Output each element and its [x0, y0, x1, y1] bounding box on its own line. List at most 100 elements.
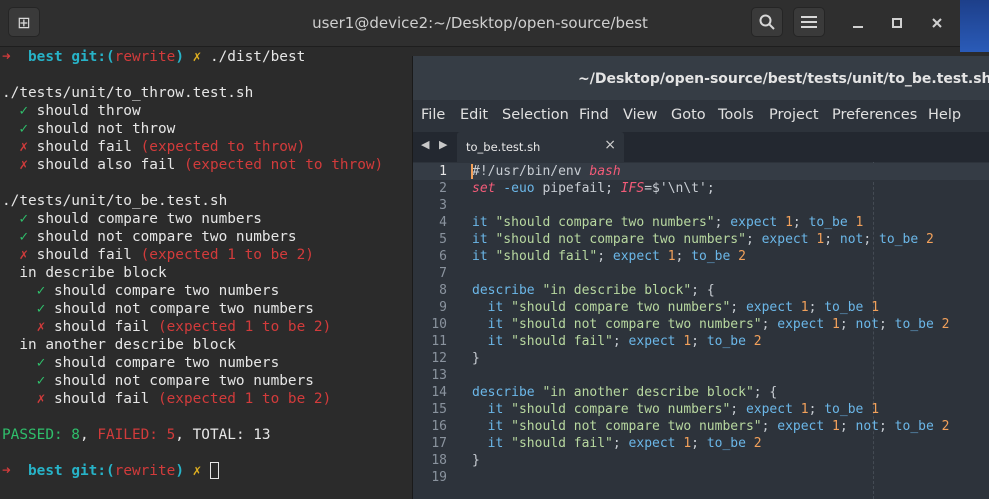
code-line: describe "in another describe block"; { [472, 384, 777, 401]
code-token: it [472, 436, 512, 451]
code-token: to_be [824, 300, 872, 315]
code-line: describe "in describe block"; { [472, 282, 715, 299]
code-token: 1 [832, 317, 840, 332]
code-token: 1 [871, 402, 880, 417]
code-token: ; [597, 249, 613, 264]
code-token: } [472, 453, 480, 468]
terminal-text: git:( [71, 49, 115, 65]
code-token: } [472, 351, 480, 366]
terminal-cursor [209, 462, 219, 479]
terminal-line: ✗ should fail (expected 1 to be 2) [2, 246, 314, 264]
line-number: 8 [439, 283, 447, 298]
code-token: #!/usr/bin/env [472, 164, 590, 179]
code-token: ; [839, 419, 856, 434]
hamburger-menu-icon[interactable] [793, 7, 825, 37]
minimize-icon[interactable] [849, 14, 867, 32]
terminal-line: ✓ should not compare two numbers [2, 372, 314, 390]
code-token: set [472, 181, 496, 196]
terminal-text: (expected 1 to be 2) [157, 391, 332, 407]
code-token: ; [714, 215, 731, 230]
menu-file[interactable]: File [421, 107, 445, 123]
code-token: ; [691, 334, 707, 349]
terminal-text: ./dist/best [209, 49, 306, 65]
menu-view[interactable]: View [623, 107, 657, 123]
code-token: 2 [753, 436, 762, 451]
menu-selection[interactable]: Selection [502, 107, 569, 123]
code-token: "should not compare two numbers" [511, 419, 762, 434]
code-token: it [472, 419, 512, 434]
terminal-text: ✗ [2, 391, 54, 407]
menu-find[interactable]: Find [579, 107, 609, 123]
menu-edit[interactable]: Edit [460, 107, 488, 123]
tab-to-be-test[interactable]: to_be.test.sh × [457, 132, 624, 162]
code-token: bash [589, 164, 621, 179]
terminal-text: should throw [36, 103, 141, 119]
line-number: 7 [439, 266, 447, 281]
line-number: 2 [439, 181, 447, 196]
terminal-line: PASSED: 8, FAILED: 5, TOTAL: 13 [2, 426, 271, 444]
editor-title: ~/Desktop/open-source/best/tests/unit/to… [413, 56, 989, 100]
terminal-text: should fail [36, 247, 141, 263]
code-token: 1 [785, 215, 793, 230]
code-token: ; [761, 419, 778, 434]
terminal-text: ✓ [2, 355, 54, 371]
code-token: ; { [691, 283, 715, 298]
code-token: ; [691, 436, 707, 451]
menu-project[interactable]: Project [769, 107, 819, 123]
terminal-line: ✗ should fail (expected to throw) [2, 138, 305, 156]
code-token: "should fail" [511, 436, 613, 451]
terminal-line: ./tests/unit/to_throw.test.sh [2, 84, 253, 102]
search-icon[interactable] [751, 7, 783, 37]
code-token: ; [863, 232, 880, 247]
code-line: it "should compare two numbers"; expect … [472, 299, 879, 316]
code-token: to_be [824, 402, 872, 417]
code-token: 2 [925, 232, 934, 247]
code-line: } [472, 350, 480, 367]
menu-goto[interactable]: Goto [671, 107, 706, 123]
code-line: it "should fail"; expect 1; to_be 2 [472, 435, 762, 452]
tab-nav-arrows-icon[interactable]: ◀ ▶ [421, 138, 450, 151]
terminal-text: ✓ [2, 229, 37, 245]
code-token: 1 [683, 436, 692, 451]
terminal-text: git:( [71, 463, 115, 479]
code-line: set -euo pipefail; IFS=$'\n\t'; [472, 180, 715, 197]
code-token: ; [675, 249, 692, 264]
code-token: it [472, 215, 496, 230]
menu-tools[interactable]: Tools [718, 107, 754, 123]
terminal-text: in another describe block [2, 337, 236, 353]
menu-preferences[interactable]: Preferences [832, 107, 917, 123]
line-number: 5 [439, 232, 447, 247]
line-number: 14 [431, 385, 447, 400]
terminal-text: ✗ [183, 463, 210, 479]
terminal-text: should not throw [36, 121, 176, 137]
terminal-text: (expected 1 to be 2) [157, 319, 332, 335]
terminal-line: ✓ should compare two numbers [2, 210, 262, 228]
terminal-text: (expected 1 to be 2) [140, 247, 314, 263]
tab-close-icon[interactable]: × [604, 137, 616, 153]
code-token: "should compare two numbers" [495, 215, 715, 230]
terminal-text: should not compare two numbers [36, 229, 297, 245]
code-token: 1 [871, 300, 880, 315]
terminal-text: ✓ [2, 211, 37, 227]
terminal-text: should compare two numbers [53, 355, 280, 371]
code-token: 1 [800, 402, 809, 417]
terminal-text: ✓ [2, 103, 37, 119]
terminal-line: in describe block [2, 264, 166, 282]
terminal-line: ✗ should fail (expected 1 to be 2) [2, 318, 332, 336]
code-token: expect [628, 436, 684, 451]
close-icon[interactable] [928, 14, 946, 32]
terminal-text: FAILED: 5 [97, 427, 176, 443]
code-token: not [839, 232, 864, 247]
terminal-output[interactable]: ➜ best git:(rewrite) ✗ ./dist/best ./test… [0, 47, 412, 499]
code-token: ; [761, 317, 778, 332]
terminal-text: ./tests/unit/to_throw.test.sh [2, 85, 254, 101]
code-token: ; [612, 436, 629, 451]
menu-help[interactable]: Help [928, 107, 961, 123]
terminal-line: ➜ best git:(rewrite) ✗ [2, 462, 219, 480]
terminal-titlebar: ⊞ user1@device2:~/Desktop/open-source/be… [0, 0, 960, 47]
code-token: ; [792, 215, 809, 230]
code-line: it "should fail"; expect 1; to_be 2 [472, 333, 762, 350]
maximize-icon[interactable] [888, 14, 906, 32]
terminal-text: best [28, 49, 72, 65]
code-token: "should compare two numbers" [511, 402, 731, 417]
